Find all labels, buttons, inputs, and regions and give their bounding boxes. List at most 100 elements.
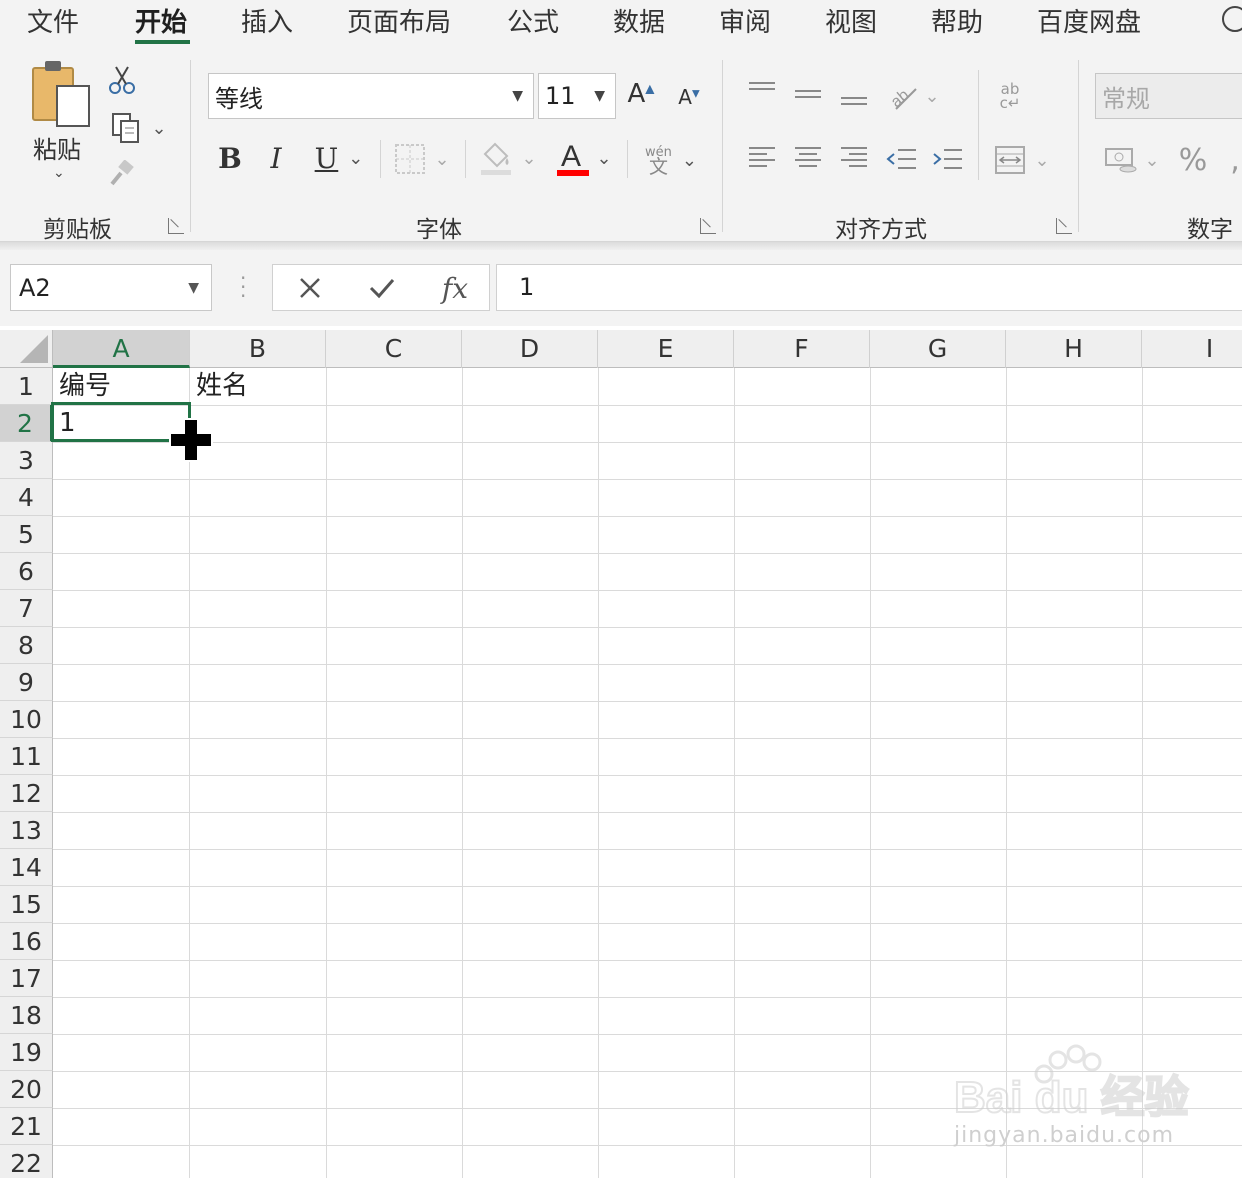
- resize-handle-icon[interactable]: · · ·: [240, 268, 246, 306]
- top-align-button[interactable]: [746, 76, 778, 106]
- accounting-format-button[interactable]: ⌄: [1100, 140, 1164, 180]
- comma-style-button[interactable]: ,: [1228, 143, 1242, 178]
- cell-a1[interactable]: 编号: [53, 368, 189, 405]
- row-header-12[interactable]: 12: [0, 775, 53, 812]
- clipboard-launcher-icon[interactable]: [168, 218, 184, 234]
- align-center-button[interactable]: [792, 144, 824, 174]
- column-header-d[interactable]: D: [462, 330, 598, 368]
- row-header-14[interactable]: 14: [0, 849, 53, 886]
- align-left-icon: [749, 147, 775, 171]
- column-header-h[interactable]: H: [1006, 330, 1142, 368]
- row-header-4[interactable]: 4: [0, 479, 53, 516]
- column-header-i[interactable]: I: [1142, 330, 1242, 368]
- column-header-g[interactable]: G: [870, 330, 1006, 368]
- wrap-text-icon: ab c↵: [999, 80, 1021, 112]
- row-header-11[interactable]: 11: [0, 738, 53, 775]
- increase-indent-button[interactable]: [930, 144, 964, 174]
- number-format-select[interactable]: 常规: [1095, 73, 1242, 119]
- select-all-button[interactable]: [0, 330, 53, 368]
- grow-font-button[interactable]: A▲: [626, 76, 656, 112]
- row-header-5[interactable]: 5: [0, 516, 53, 553]
- row-header-7[interactable]: 7: [0, 590, 53, 627]
- group-label-alignment: 对齐方式: [835, 217, 927, 243]
- fill-color-button[interactable]: ⌄: [476, 138, 540, 178]
- menu-tab-bar: 文件 开始 插入 页面布局 公式 数据 审阅 视图 帮助 百度网盘: [0, 0, 1242, 52]
- font-color-button[interactable]: A ⌄: [552, 136, 616, 180]
- row-header-16[interactable]: 16: [0, 923, 53, 960]
- bold-button[interactable]: B: [214, 138, 246, 178]
- align-left-button[interactable]: [746, 144, 778, 174]
- wrap-text-button[interactable]: ab c↵: [994, 78, 1026, 114]
- row-header-6[interactable]: 6: [0, 553, 53, 590]
- tab-home[interactable]: 开始: [135, 2, 187, 39]
- underline-button[interactable]: U ⌄: [304, 138, 374, 178]
- bold-icon: B: [218, 141, 242, 175]
- row-header-15[interactable]: 15: [0, 886, 53, 923]
- middle-align-button[interactable]: [792, 78, 824, 108]
- row-header-9[interactable]: 9: [0, 664, 53, 701]
- insert-function-button[interactable]: fx: [435, 269, 475, 307]
- paste-button[interactable]: 粘贴 ⌄: [20, 52, 100, 202]
- row-header-22[interactable]: 22: [0, 1145, 53, 1178]
- row-header-19[interactable]: 19: [0, 1034, 53, 1071]
- column-header-c[interactable]: C: [326, 330, 462, 368]
- bottom-align-button[interactable]: [838, 82, 870, 112]
- chevron-down-icon: ⌄: [1144, 149, 1160, 171]
- column-header-e[interactable]: E: [598, 330, 734, 368]
- row-header-3[interactable]: 3: [0, 442, 53, 479]
- close-icon: [300, 278, 320, 298]
- name-box[interactable]: A2 ▼: [10, 264, 212, 311]
- phonetic-guide-button[interactable]: wén 文 ⌄: [640, 140, 702, 180]
- row-header-1[interactable]: 1: [0, 368, 53, 405]
- cut-button[interactable]: [106, 64, 138, 96]
- borders-button[interactable]: ⌄: [390, 140, 454, 178]
- scissors-icon: [109, 66, 135, 94]
- gridline-horizontal: [53, 516, 1242, 517]
- confirm-entry-button[interactable]: [365, 271, 399, 305]
- italic-button[interactable]: I: [260, 138, 292, 178]
- decrease-indent-button[interactable]: [884, 144, 918, 174]
- cancel-entry-button[interactable]: [293, 271, 327, 305]
- format-painter-button[interactable]: [106, 158, 138, 190]
- tab-formulas[interactable]: 公式: [507, 2, 559, 39]
- row-header-10[interactable]: 10: [0, 701, 53, 738]
- column-header-a[interactable]: A: [53, 330, 190, 368]
- tab-file[interactable]: 文件: [27, 2, 79, 39]
- shrink-font-button[interactable]: A▼: [674, 82, 704, 112]
- cursor-crosshair-icon: [169, 418, 213, 462]
- column-header-b[interactable]: B: [190, 330, 326, 368]
- font-launcher-icon[interactable]: [700, 218, 716, 234]
- column-header-f[interactable]: F: [734, 330, 870, 368]
- align-right-button[interactable]: [838, 144, 870, 174]
- font-size-select[interactable]: 11 ▼: [538, 73, 616, 119]
- group-separator: [722, 60, 723, 232]
- font-name-select[interactable]: 等线 ▼: [208, 73, 534, 119]
- row-header-17[interactable]: 17: [0, 960, 53, 997]
- formula-input[interactable]: 1: [496, 264, 1242, 311]
- ribbon: 粘贴 ⌄ ⌄ 剪贴板 等线 ▼ 11 ▼ A▲ A▼ B I U ⌄ ⌄ ⌄ A…: [0, 52, 1242, 243]
- merge-center-button[interactable]: ⌄: [990, 142, 1054, 178]
- alignment-launcher-icon[interactable]: [1056, 218, 1072, 234]
- tab-page-layout[interactable]: 页面布局: [347, 2, 451, 39]
- row-header-21[interactable]: 21: [0, 1108, 53, 1145]
- lightbulb-icon[interactable]: [1222, 6, 1242, 32]
- row-header-13[interactable]: 13: [0, 812, 53, 849]
- gridline-horizontal: [53, 812, 1242, 813]
- tab-baidu-netdisk[interactable]: 百度网盘: [1037, 2, 1141, 39]
- row-header-20[interactable]: 20: [0, 1071, 53, 1108]
- tab-review[interactable]: 审阅: [719, 2, 771, 39]
- copy-button[interactable]: ⌄: [106, 110, 172, 146]
- tab-insert[interactable]: 插入: [241, 2, 293, 39]
- font-name-value: 等线: [215, 84, 263, 113]
- row-header-8[interactable]: 8: [0, 627, 53, 664]
- tab-view[interactable]: 视图: [825, 2, 877, 39]
- row-header-18[interactable]: 18: [0, 997, 53, 1034]
- orientation-button[interactable]: ab ⌄: [884, 78, 944, 114]
- row-header-2[interactable]: 2: [0, 405, 53, 442]
- percent-style-button[interactable]: %: [1176, 142, 1210, 178]
- cell-b1[interactable]: 姓名: [190, 368, 326, 405]
- group-label-font: 字体: [416, 217, 462, 243]
- tab-data[interactable]: 数据: [613, 2, 665, 39]
- chevron-down-icon: ▼: [594, 88, 605, 104]
- tab-help[interactable]: 帮助: [931, 2, 983, 39]
